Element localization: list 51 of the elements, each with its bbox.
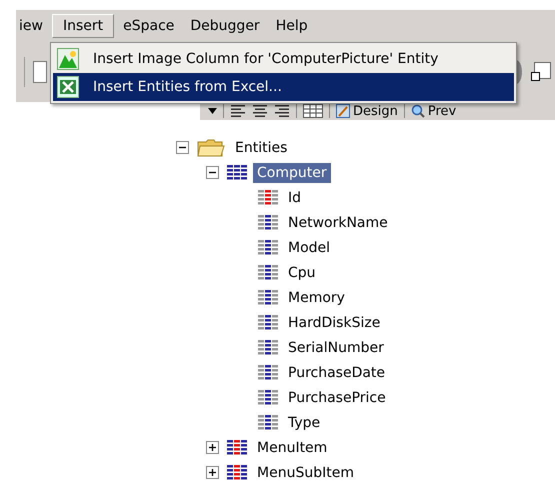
tree-item[interactable]: Model [284,238,334,258]
tree-item[interactable]: NetworkName [284,212,392,232]
column-icon [258,240,278,255]
column-icon [258,390,278,405]
pencil-icon [336,104,350,118]
picture-icon [57,48,79,70]
table-grid-icon [227,165,247,180]
preview-tab[interactable]: Prev [410,104,456,118]
table-grid-icon [227,440,247,455]
tree-item[interactable]: Computer [253,162,331,182]
menu-item[interactable]: eSpace [116,14,182,38]
collapse-icon[interactable] [176,141,189,154]
magnifier-icon [410,104,425,118]
tree-item[interactable]: MenuItem [253,438,332,458]
align-right-icon[interactable] [274,104,290,118]
caret-down-icon [208,107,217,115]
tree-item[interactable]: Id [284,188,306,208]
tree-item[interactable]: PurchasePrice [284,388,390,408]
tree-item[interactable]: Memory [284,288,349,308]
menu-option[interactable]: Insert Entities from Excel... [53,73,514,101]
table-icon[interactable] [303,104,323,118]
window-icon[interactable] [531,62,551,82]
tree-item[interactable]: SerialNumber [284,338,388,358]
menu-option[interactable]: Insert Image Column for 'ComputerPicture' Entity [53,45,514,73]
column-icon [258,315,278,330]
table-grid-icon [227,465,247,480]
align-left-icon[interactable] [230,104,246,118]
folder-icon [197,138,225,158]
collapse-icon[interactable] [206,166,219,179]
menu-item[interactable]: Help [268,14,315,38]
spreadsheet-icon [57,76,79,98]
column-icon [258,340,278,355]
column-icon [258,265,278,280]
column-icon [258,290,278,305]
column-icon [258,415,278,430]
menu-item[interactable]: iew [16,14,50,38]
tree-item[interactable]: Cpu [284,262,320,282]
tree-item[interactable]: HardDiskSize [284,312,384,332]
tree-item[interactable]: MenuSubItem [253,462,358,482]
document-icon[interactable] [33,61,47,83]
align-center-icon[interactable] [252,104,268,118]
expand-icon[interactable] [206,466,219,479]
column-icon [258,365,278,380]
column-icon [258,215,278,230]
column-icon [258,190,278,205]
expand-icon[interactable] [206,441,219,454]
tree-item[interactable]: PurchaseDate [284,362,390,382]
menu-item[interactable]: Debugger [183,14,267,38]
tree-item[interactable]: Type [284,412,324,432]
menu-item[interactable]: Insert [52,14,114,38]
tree-item[interactable]: Entities [231,138,292,158]
